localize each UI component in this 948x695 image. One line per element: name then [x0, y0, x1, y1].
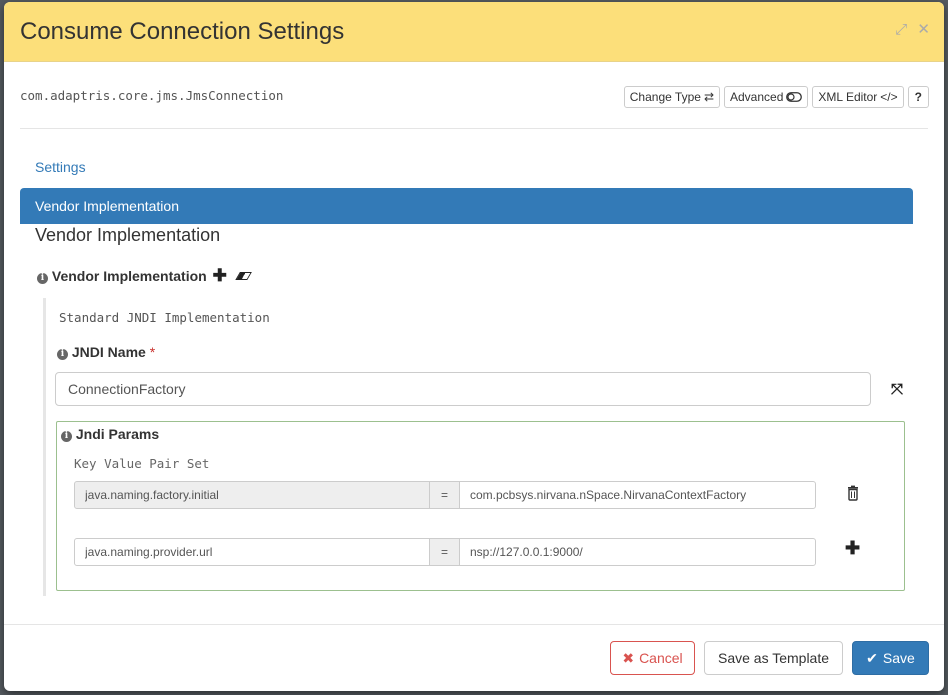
swap-arrows-icon: ⇄: [703, 90, 714, 104]
xml-editor-label: XML Editor: [818, 90, 878, 104]
settings-link[interactable]: Settings: [35, 159, 86, 175]
kv-equals-addon: =: [430, 538, 459, 566]
header-divider: [20, 128, 928, 129]
kv-row: =: [74, 538, 816, 566]
code-icon: </>: [880, 90, 898, 104]
active-section-tab[interactable]: Vendor Implementation: [20, 188, 913, 224]
required-marker: *: [149, 344, 156, 360]
implementation-type: Standard JNDI Implementation: [59, 310, 270, 325]
expand-field-icon[interactable]: ⤧: [891, 381, 903, 398]
connection-settings-modal: Consume Connection Settings ⤢ ✕ com.adap…: [4, 2, 944, 691]
toggle-off-icon: [786, 92, 803, 102]
kv-value-input[interactable]: [459, 481, 816, 509]
header-controls: ⤢ ✕: [889, 20, 930, 38]
jndi-name-label: JNDI Name: [71, 344, 146, 360]
change-type-label: Change Type: [629, 90, 701, 104]
footer-divider: [4, 624, 944, 625]
add-row-icon[interactable]: ✚: [845, 538, 860, 559]
info-icon[interactable]: i: [57, 349, 68, 360]
vendor-implementation-label: Vendor Implementation: [51, 268, 207, 284]
advanced-label: Advanced: [730, 90, 784, 104]
kv-key-input[interactable]: [74, 538, 430, 566]
kv-value-input[interactable]: [459, 538, 816, 566]
save-as-template-button[interactable]: Save as Template: [704, 641, 843, 675]
modal-header: Consume Connection Settings ⤢ ✕: [4, 2, 944, 62]
info-icon[interactable]: i: [37, 273, 48, 284]
change-type-button[interactable]: Change Type ⇄: [623, 86, 720, 108]
save-template-label: Save as Template: [717, 650, 830, 666]
trash-icon[interactable]: [845, 485, 861, 501]
kv-key-input[interactable]: [74, 481, 430, 509]
expand-window-icon[interactable]: ⤢: [895, 21, 907, 38]
vendor-implementation-field-label: i Vendor Implementation ✚: [37, 266, 252, 286]
jndi-params-label: Jndi Params: [75, 426, 160, 442]
kv-equals-addon: =: [430, 481, 459, 509]
section-heading: Vendor Implementation: [35, 225, 221, 245]
modal-title: Consume Connection Settings: [20, 18, 345, 45]
save-button[interactable]: ✔ Save: [852, 641, 929, 675]
nesting-indicator: [43, 298, 46, 596]
kv-row: =: [74, 481, 816, 509]
kvp-set-type: Key Value Pair Set: [74, 456, 210, 471]
jndi-name-field-label: i JNDI Name *: [57, 344, 155, 360]
jndi-name-input[interactable]: [55, 372, 871, 406]
xml-editor-button[interactable]: XML Editor </>: [812, 86, 904, 108]
cancel-button[interactable]: ✖ Cancel: [610, 641, 695, 675]
save-label: Save: [882, 650, 915, 666]
eraser-icon[interactable]: [235, 272, 252, 280]
times-icon: ✖: [622, 649, 635, 666]
info-icon[interactable]: i: [61, 431, 72, 442]
advanced-toggle-button[interactable]: Advanced: [724, 86, 809, 108]
jndi-params-field-label: i Jndi Params: [61, 426, 159, 442]
check-icon: ✔: [866, 649, 878, 666]
modal-toolbar: Change Type ⇄ Advanced XML Editor </> ?: [623, 86, 929, 108]
component-class-name: com.adaptris.core.jms.JmsConnection: [20, 88, 284, 103]
cancel-label: Cancel: [639, 650, 683, 666]
close-icon[interactable]: ✕: [917, 21, 930, 38]
help-button[interactable]: ?: [907, 86, 929, 108]
add-implementation-icon[interactable]: ✚: [213, 266, 227, 285]
active-section-label: Vendor Implementation: [35, 198, 179, 214]
